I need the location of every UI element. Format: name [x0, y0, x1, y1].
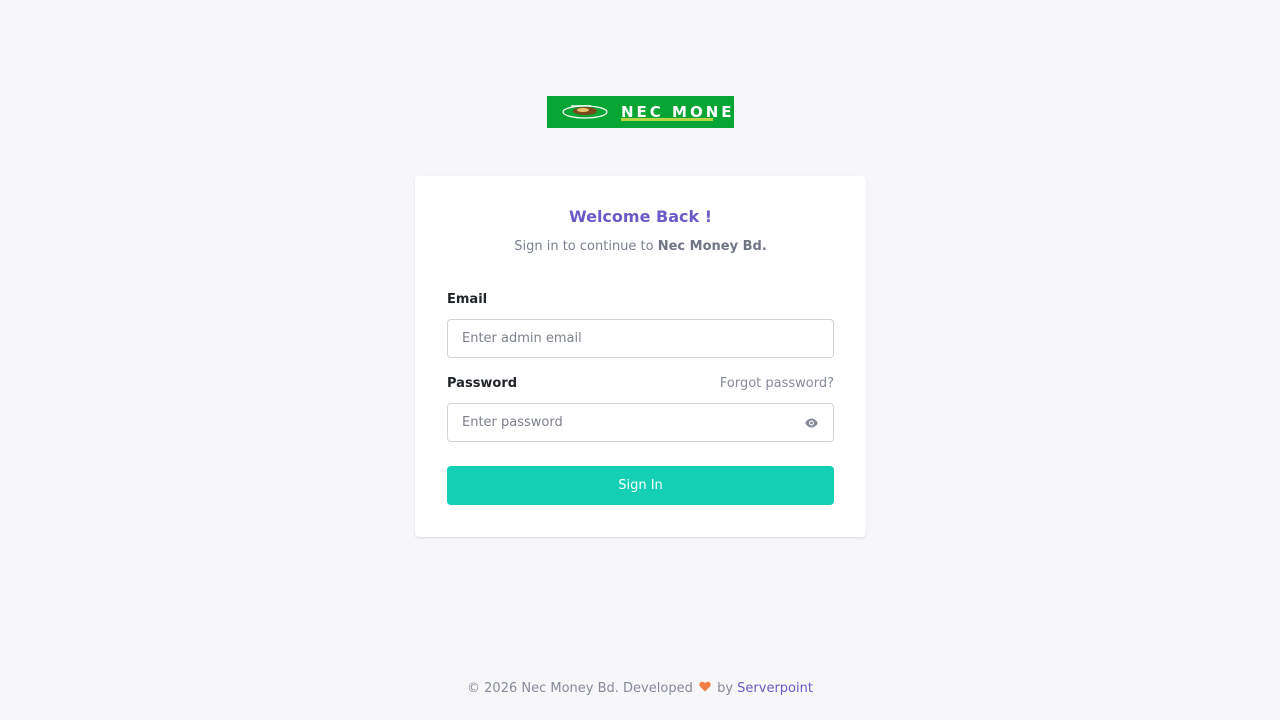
heart-icon [699, 681, 711, 696]
footer: © 2026 Nec Money Bd. Developed by Server… [0, 681, 1280, 696]
password-input[interactable] [447, 403, 834, 442]
login-page: NEC MONEY Welcome Back ! Sign in to cont… [0, 0, 1280, 720]
email-label: Email [447, 292, 488, 307]
card-subtitle: Sign in to continue to Nec Money Bd. [415, 239, 866, 254]
footer-copyright: © 2026 Nec Money Bd. Developed [467, 681, 697, 696]
developer-link[interactable]: Serverpoint [737, 681, 813, 696]
email-input[interactable] [447, 319, 834, 358]
subtitle-brand: Nec Money Bd. [657, 239, 767, 254]
login-card: Welcome Back ! Sign in to continue to Ne… [415, 176, 866, 537]
password-label: Password [447, 376, 518, 391]
subtitle-text: Sign in to continue to [514, 239, 658, 254]
sign-in-button[interactable]: Sign In [447, 466, 834, 505]
card-title: Welcome Back ! [569, 207, 712, 226]
eye-icon [804, 418, 818, 428]
brand-logo[interactable]: NEC MONEY [547, 96, 734, 128]
password-toggle-button[interactable] [801, 413, 821, 433]
coin-hand-icon: NEC MONEY [562, 103, 734, 121]
forgot-password-link[interactable]: Forgot password? [720, 376, 834, 391]
footer-by: by [712, 681, 738, 696]
